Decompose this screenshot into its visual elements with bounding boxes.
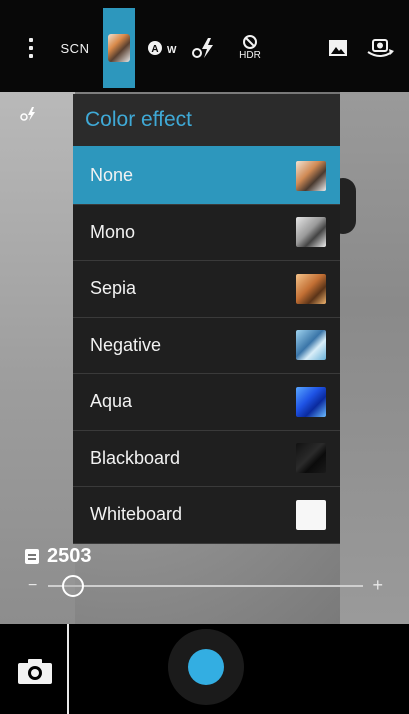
color-effect-preview-icon — [296, 386, 326, 417]
gallery-button[interactable] — [323, 8, 353, 88]
switch-camera-button[interactable] — [362, 8, 398, 88]
menu-icon[interactable] — [18, 8, 44, 88]
mode-divider — [67, 624, 69, 714]
camera-mode-button[interactable] — [15, 654, 55, 688]
hdr-label: HDR — [239, 50, 261, 61]
color-effect-option-label: Mono — [90, 221, 136, 242]
camera-icon — [18, 659, 52, 684]
popup-title: Color effect — [73, 94, 340, 148]
color-effect-button[interactable] — [103, 8, 135, 88]
shutter-dot — [188, 649, 224, 685]
color-effect-thumbnail-icon — [108, 34, 130, 62]
remaining-shots-count: 2503 — [47, 545, 92, 567]
color-effect-preview-icon — [296, 499, 326, 530]
flash-auto-icon — [192, 38, 213, 58]
color-effect-popup: Color effect None Mono Sepia Negative Aqua Bl… — [73, 94, 340, 544]
white-balance-auto-button[interactable]: A W — [145, 8, 179, 88]
color-effect-option-mono[interactable]: Mono — [73, 205, 340, 261]
color-effect-preview-icon — [296, 273, 326, 304]
color-effect-list: None Mono Sepia Negative Aqua Blackboard White… — [73, 148, 340, 544]
scene-mode-button[interactable]: SCN — [54, 8, 96, 88]
color-effect-option-label: Whiteboard — [90, 504, 183, 525]
hdr-toggle-button[interactable]: HDR — [232, 8, 268, 88]
svg-text:W: W — [167, 45, 177, 56]
flash-auto-button[interactable] — [188, 8, 222, 88]
zoom-in-icon[interactable]: + — [372, 575, 383, 596]
color-effect-option-negative[interactable]: Negative — [73, 318, 340, 374]
flash-indicator-icon — [20, 106, 40, 125]
zoom-slider-thumb[interactable] — [62, 575, 85, 597]
switch-camera-icon — [367, 39, 394, 57]
white-balance-auto-icon: A W — [148, 41, 177, 56]
color-effect-preview-icon — [296, 160, 326, 191]
shutter-button[interactable] — [168, 629, 244, 705]
color-effect-option-blackboard[interactable]: Blackboard — [73, 431, 340, 487]
camera-toolbar: SCN A W HDR — [0, 0, 409, 92]
zoom-slider-track[interactable] — [48, 585, 363, 587]
color-effect-option-label: Blackboard — [90, 447, 181, 468]
color-effect-option-sepia[interactable]: Sepia — [73, 261, 340, 318]
color-effect-option-label: Aqua — [90, 391, 133, 412]
color-effect-preview-icon — [296, 217, 326, 248]
hdr-off-icon — [242, 35, 257, 49]
color-effect-option-whiteboard[interactable]: Whiteboard — [73, 487, 340, 544]
color-effect-option-none[interactable]: None — [73, 148, 340, 205]
gallery-icon — [329, 40, 347, 56]
zoom-slider[interactable]: − + — [28, 573, 383, 599]
viewfinder-scene-right — [340, 92, 409, 624]
svg-text:A: A — [151, 44, 158, 55]
color-effect-option-aqua[interactable]: Aqua — [73, 374, 340, 431]
zoom-out-icon[interactable]: − — [28, 577, 37, 595]
color-effect-option-label: Negative — [90, 334, 162, 355]
remaining-shots: 2503 — [25, 545, 92, 568]
storage-icon — [25, 549, 39, 564]
scene-mode-label: SCN — [60, 40, 90, 56]
camera-bottom-bar — [0, 624, 409, 714]
color-effect-option-label: None — [90, 165, 134, 186]
color-effect-option-label: Sepia — [90, 278, 137, 299]
color-effect-preview-icon — [296, 330, 326, 361]
color-effect-preview-icon — [296, 443, 326, 474]
